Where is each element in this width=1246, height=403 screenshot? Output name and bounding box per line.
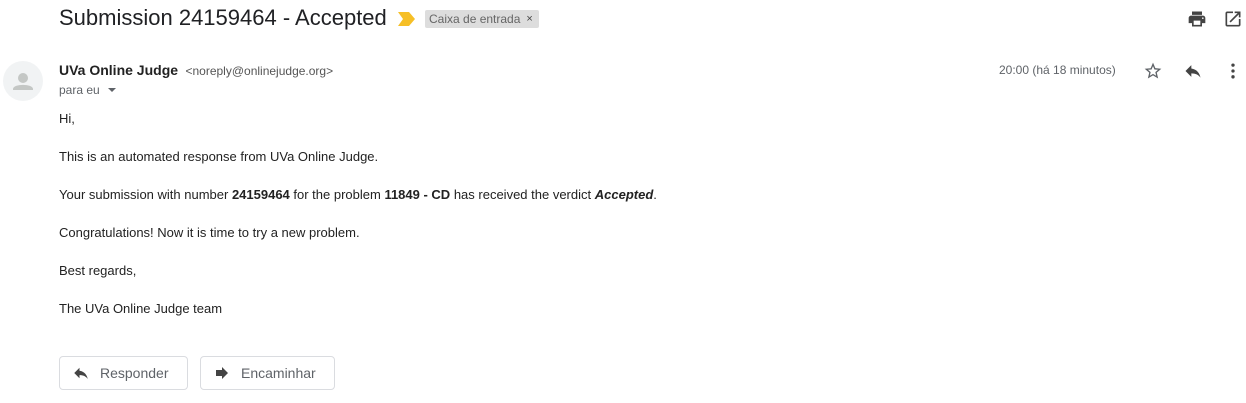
sender-avatar xyxy=(3,61,43,101)
body-line-1: This is an automated response from UVa O… xyxy=(59,149,379,164)
email-subject: Submission 24159464 - Accepted xyxy=(59,5,387,30)
body-greeting: Hi, xyxy=(59,111,75,126)
recipient-line: para eu xyxy=(59,83,116,97)
sender-line: UVa Online Judge <noreply@onlinejudge.or… xyxy=(59,62,333,80)
email-date: 20:00 (há 18 minutos) xyxy=(999,63,1116,77)
forward-button[interactable]: Encaminhar xyxy=(200,356,335,390)
body-line-4: Best regards, xyxy=(59,263,137,278)
more-vertical-icon[interactable] xyxy=(1221,59,1245,83)
reply-button[interactable]: Responder xyxy=(59,356,188,390)
body-line-5: The UVa Online Judge team xyxy=(59,301,223,316)
reply-icon[interactable] xyxy=(1181,59,1205,83)
recipient-details-dropdown-icon[interactable] xyxy=(107,88,116,92)
open-in-new-window-icon[interactable] xyxy=(1221,7,1245,31)
submission-number: 24159464 xyxy=(231,187,290,202)
body-line-2: Your submission with number 24159464 for… xyxy=(59,187,657,203)
body-line-2-part-d: . xyxy=(653,187,657,202)
importance-marker-icon[interactable] xyxy=(398,12,416,26)
forward-icon xyxy=(216,367,228,379)
reply-icon xyxy=(74,367,88,379)
star-icon[interactable] xyxy=(1141,59,1165,83)
remove-label-icon[interactable]: × xyxy=(526,10,532,28)
problem-name: 11849 - CD xyxy=(384,187,451,202)
person-avatar-icon xyxy=(13,73,33,90)
inbox-label-chip: Caixa de entrada × xyxy=(425,10,539,28)
sender-name: UVa Online Judge xyxy=(59,62,179,78)
inbox-label-text: Caixa de entrada xyxy=(429,12,521,26)
body-line-2-part-b: for the problem xyxy=(289,187,385,202)
verdict: Accepted xyxy=(594,187,654,202)
recipient-text: para eu xyxy=(59,83,100,97)
body-line-2-part-a: Your submission with number xyxy=(59,187,232,202)
body-line-2-part-c: has received the verdict xyxy=(450,187,595,202)
body-line-3: Congratulations! Now it is time to try a… xyxy=(59,225,360,240)
forward-button-label: Encaminhar xyxy=(241,365,316,381)
print-icon[interactable] xyxy=(1185,7,1209,31)
reply-button-label: Responder xyxy=(100,365,169,381)
sender-email: <noreply@onlinejudge.org> xyxy=(185,64,334,78)
